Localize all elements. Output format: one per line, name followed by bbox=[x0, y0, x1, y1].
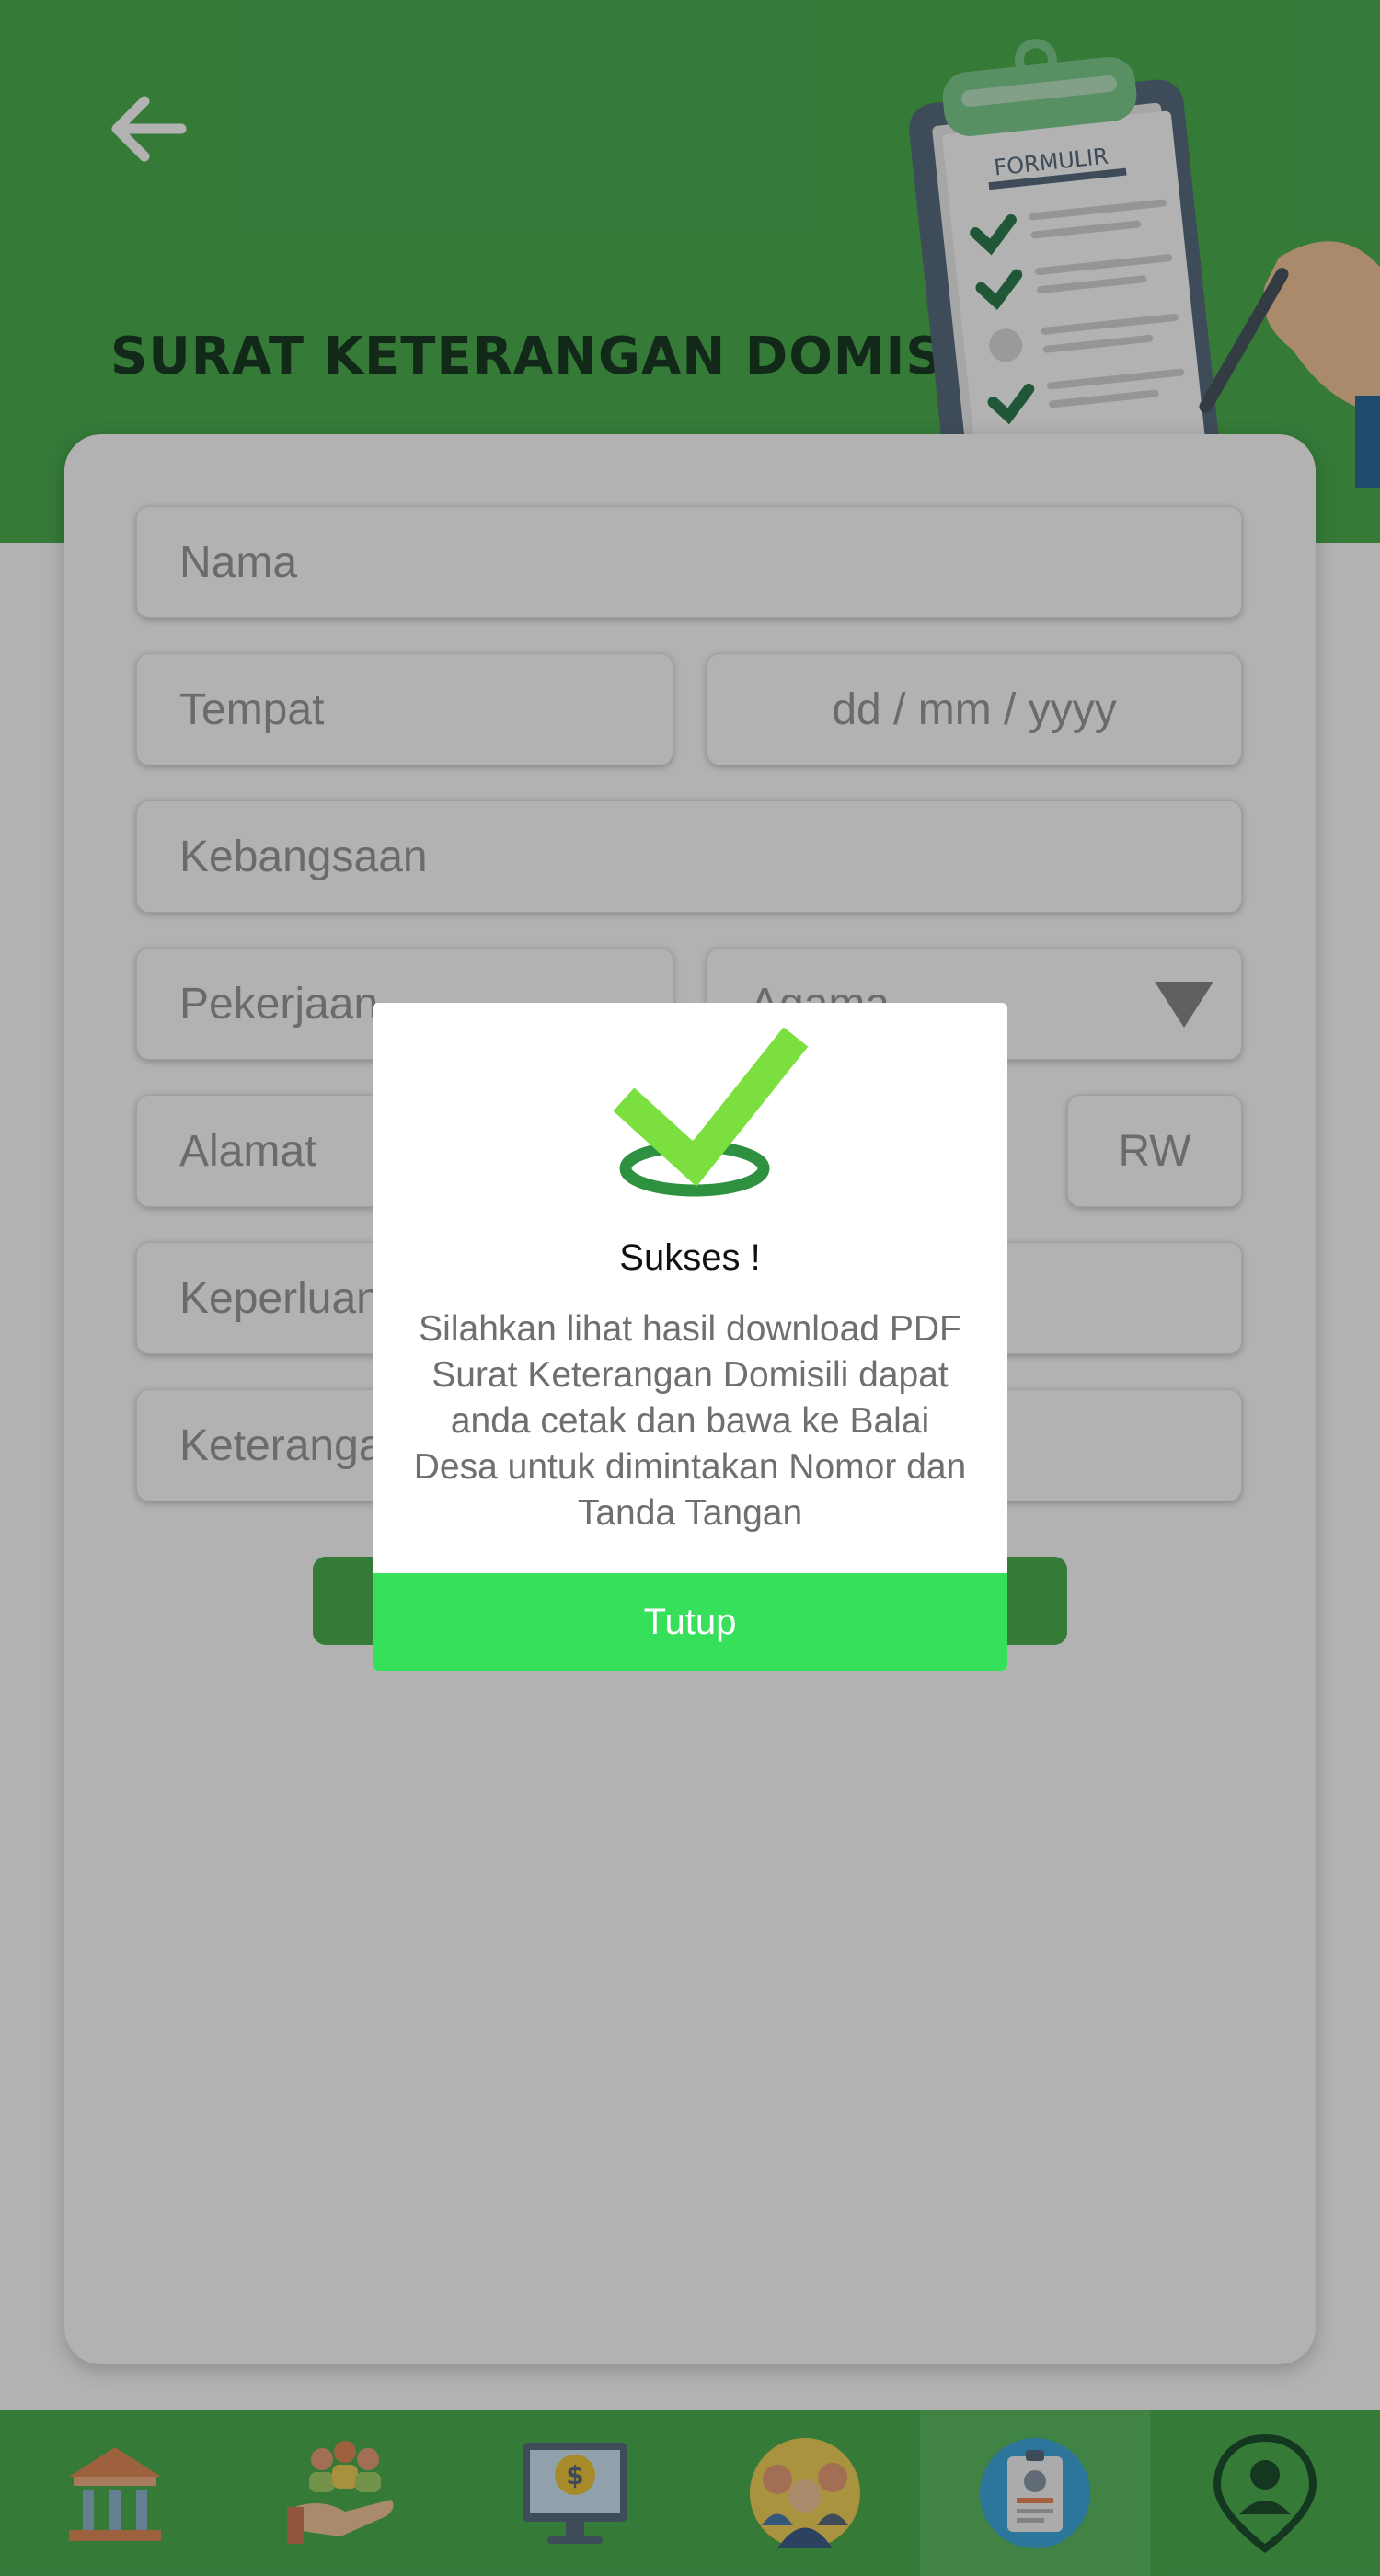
dialog-title: Sukses ! bbox=[619, 1237, 761, 1278]
dialog-message: Silahkan lihat hasil download PDF Surat … bbox=[413, 1309, 967, 1533]
success-check-icon bbox=[613, 1027, 809, 1197]
success-dialog: Sukses ! Silahkan lihat hasil download P… bbox=[373, 1003, 1007, 1671]
close-button[interactable]: Tutup bbox=[373, 1573, 1007, 1671]
